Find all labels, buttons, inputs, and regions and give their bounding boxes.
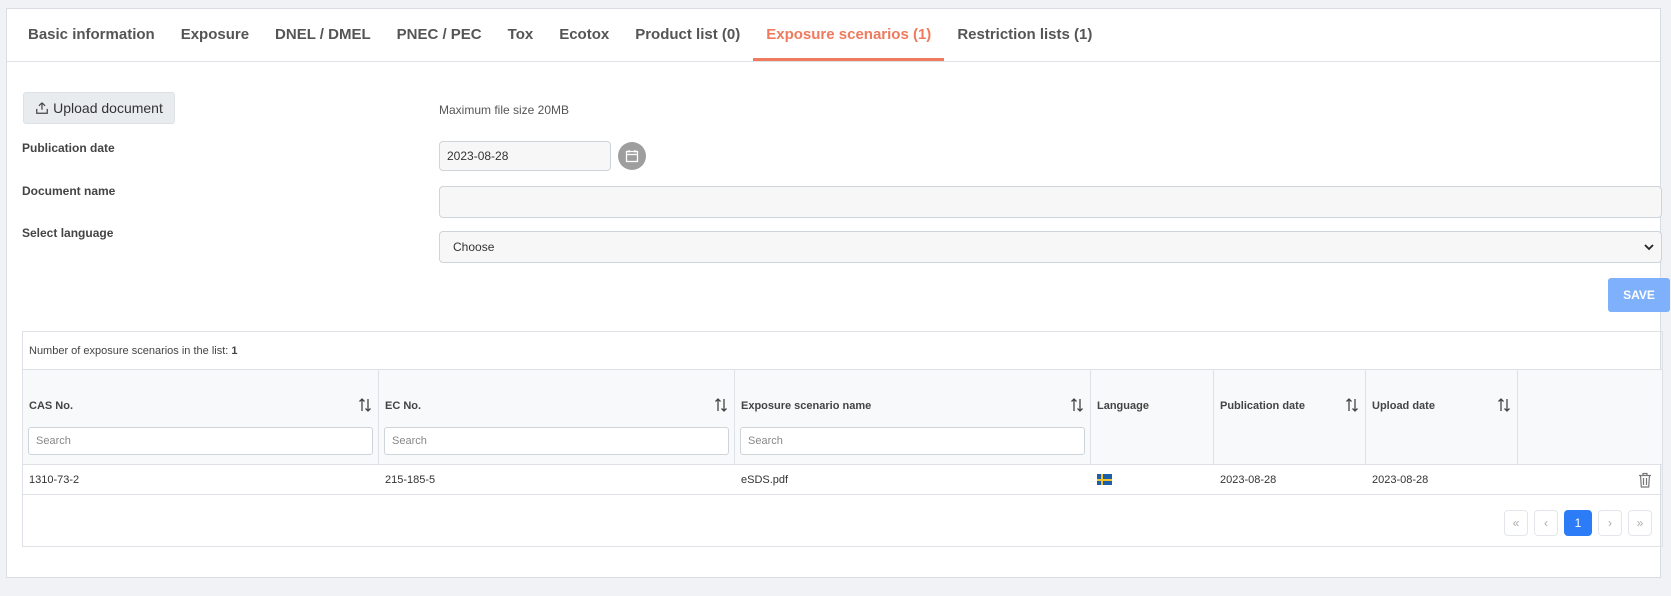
pagination: « ‹ 1 › » [1504,510,1652,536]
column-header-label: CAS No. [29,400,73,412]
sort-icon[interactable] [714,397,728,413]
sweden-flag-icon [1097,474,1112,485]
tab-exposure[interactable]: Exposure [168,8,262,61]
column-ec-no: EC No. Search [379,370,735,464]
tab-basic-information[interactable]: Basic information [15,8,168,61]
language-cell [1091,465,1214,494]
save-button[interactable]: SAVE [1608,278,1670,312]
calendar-icon [625,150,639,163]
publication-date-input[interactable]: 2023-08-28 [439,141,611,171]
publication-date-label: Publication date [22,141,115,155]
exposure-scenarios-table: Number of exposure scenarios in the list… [22,331,1663,547]
column-language: Language [1091,370,1214,464]
table-row[interactable]: 1310-73-2 215-185-5 eSDS.pdf 2023-08-28 … [23,465,1662,495]
ec-no-cell: 215-185-5 [385,473,436,486]
column-header-label: Language [1097,400,1149,412]
column-header-label: Exposure scenario name [741,400,872,412]
scenario-count: Number of exposure scenarios in the list… [23,332,1662,370]
upload-document-button[interactable]: Upload document [23,92,175,124]
column-header-label: Upload date [1372,400,1435,412]
scenario-count-value: 1 [231,344,238,357]
language-select-value: Choose [453,240,495,254]
tab-exposure-scenarios[interactable]: Exposure scenarios (1) [753,8,945,61]
column-upload-date: Upload date [1366,370,1518,464]
tab-pnec-pec[interactable]: PNEC / PEC [384,8,495,61]
ec-search-input[interactable]: Search [384,427,729,455]
tab-ecotox[interactable]: Ecotox [546,8,622,61]
column-header-label: Publication date [1220,400,1305,412]
tab-tox[interactable]: Tox [495,8,547,61]
tab-dnel-dmel[interactable]: DNEL / DMEL [262,8,384,61]
tab-product-list[interactable]: Product list (0) [622,8,753,61]
scenario-count-label: Number of exposure scenarios in the list… [29,344,229,357]
column-cas-no: CAS No. Search [23,370,379,464]
language-select[interactable]: Choose [439,231,1662,263]
column-actions [1518,370,1662,464]
document-panel: Basic information Exposure DNEL / DMEL P… [6,8,1670,578]
sort-icon[interactable] [1497,397,1511,413]
max-file-size-note: Maximum file size 20MB [439,103,570,117]
table-header: CAS No. Search EC No. Search Exposure sc… [23,370,1662,465]
previous-page-button[interactable]: ‹ [1534,510,1558,536]
last-page-button[interactable]: » [1628,510,1652,536]
trash-icon[interactable] [1638,472,1652,488]
select-language-label: Select language [22,226,114,240]
column-exposure-scenario-name: Exposure scenario name Search [735,370,1091,464]
scenario-name-search-input[interactable]: Search [740,427,1085,455]
first-page-button[interactable]: « [1504,510,1528,536]
tab-bar: Basic information Exposure DNEL / DMEL P… [7,9,1660,62]
column-header-label: EC No. [385,400,422,412]
column-publication-date: Publication date [1214,370,1366,464]
tab-restriction-lists[interactable]: Restriction lists (1) [944,8,1105,61]
sort-icon[interactable] [1345,397,1359,413]
sort-icon[interactable] [358,397,372,413]
sort-icon[interactable] [1070,397,1084,413]
scenario-name-cell[interactable]: eSDS.pdf [735,465,1091,494]
upload-icon [36,102,48,114]
current-page-button[interactable]: 1 [1564,510,1592,536]
chevron-down-icon [1644,244,1654,251]
document-name-label: Document name [22,184,116,198]
publication-date-cell: 2023-08-28 [1220,473,1277,486]
cas-search-input[interactable]: Search [28,427,373,455]
upload-date-cell: 2023-08-28 [1372,473,1429,486]
upload-document-label: Upload document [53,100,163,116]
cas-no-cell: 1310-73-2 [29,473,80,486]
actions-cell [1518,465,1662,494]
next-page-button[interactable]: › [1598,510,1622,536]
calendar-button[interactable] [618,142,646,170]
document-name-input[interactable] [439,186,1662,218]
